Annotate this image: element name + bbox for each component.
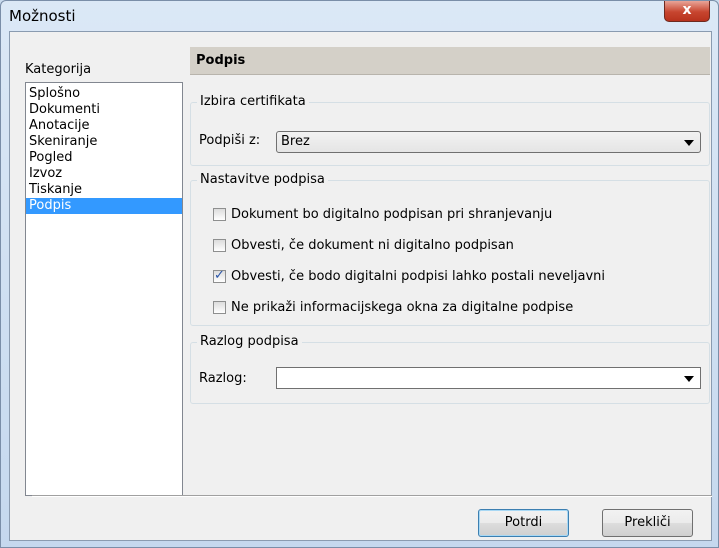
- certificate-group: Izbira certifikata Podpiši z: Brez: [190, 94, 710, 166]
- close-button[interactable]: x: [664, 1, 710, 22]
- category-item-splosno[interactable]: Splošno: [26, 86, 182, 102]
- checkbox-sign-on-save[interactable]: [213, 207, 226, 221]
- reason-combobox[interactable]: [276, 367, 701, 389]
- reason-group-title: Razlog podpisa: [197, 334, 302, 349]
- category-item-dokumenti[interactable]: Dokumenti: [26, 102, 182, 118]
- option-label: Ne prikaži informacijskega okna za digit…: [231, 299, 574, 315]
- category-list[interactable]: Splošno Dokumenti Anotacije Skeniranje P…: [25, 82, 183, 496]
- option-label: Obvesti, če dokument ni digitalno podpis…: [231, 237, 514, 253]
- reason-group: Razlog podpisa Razlog:: [190, 334, 710, 404]
- chevron-down-icon: [684, 140, 694, 146]
- footer-divider: [32, 495, 712, 497]
- close-icon: x: [682, 2, 692, 18]
- option-notify-not-signed[interactable]: Obvesti, če dokument ni digitalno podpis…: [213, 236, 514, 254]
- option-hide-info-window[interactable]: Ne prikaži informacijskega okna za digit…: [213, 298, 573, 316]
- sign-with-select[interactable]: Brez: [276, 131, 701, 153]
- option-sign-on-save[interactable]: Dokument bo digitalno podpisan pri shran…: [213, 205, 552, 223]
- ok-button[interactable]: Potrdi: [478, 509, 569, 537]
- certificate-group-title: Izbira certifikata: [197, 94, 309, 109]
- sign-with-value: Brez: [281, 134, 310, 149]
- panel-title: Podpis: [190, 47, 710, 75]
- title-bar[interactable]: Možnosti x: [1, 1, 718, 31]
- sign-with-label: Podpiši z:: [199, 133, 261, 148]
- chevron-down-icon: [684, 376, 694, 382]
- checkbox-notify-not-signed[interactable]: [213, 238, 226, 252]
- window-title: Možnosti: [9, 7, 76, 25]
- signature-settings-group: Nastavitve podpisa Dokument bo digitalno…: [190, 172, 710, 326]
- category-item-podpis[interactable]: Podpis: [26, 198, 182, 214]
- category-item-pogled[interactable]: Pogled: [26, 150, 182, 166]
- options-window: Možnosti x Kategorija Splošno Dokumenti …: [0, 0, 719, 548]
- option-label: Dokument bo digitalno podpisan pri shran…: [231, 206, 553, 222]
- category-label: Kategorija: [25, 62, 92, 77]
- option-label: Obvesti, če bodo digitalni podpisi lahko…: [231, 268, 605, 284]
- category-item-skeniranje[interactable]: Skeniranje: [26, 134, 182, 150]
- category-item-anotacije[interactable]: Anotacije: [26, 118, 182, 134]
- option-notify-invalid[interactable]: Obvesti, če bodo digitalni podpisi lahko…: [213, 267, 605, 285]
- reason-label: Razlog:: [199, 371, 247, 386]
- cancel-button[interactable]: Prekliči: [602, 509, 693, 537]
- settings-group-title: Nastavitve podpisa: [197, 172, 328, 187]
- checkbox-hide-info-window[interactable]: [213, 300, 226, 314]
- checkbox-notify-invalid[interactable]: [213, 268, 226, 283]
- dialog-body: Kategorija Splošno Dokumenti Anotacije S…: [9, 31, 712, 541]
- category-item-izvoz[interactable]: Izvoz: [26, 166, 182, 182]
- category-item-tiskanje[interactable]: Tiskanje: [26, 182, 182, 198]
